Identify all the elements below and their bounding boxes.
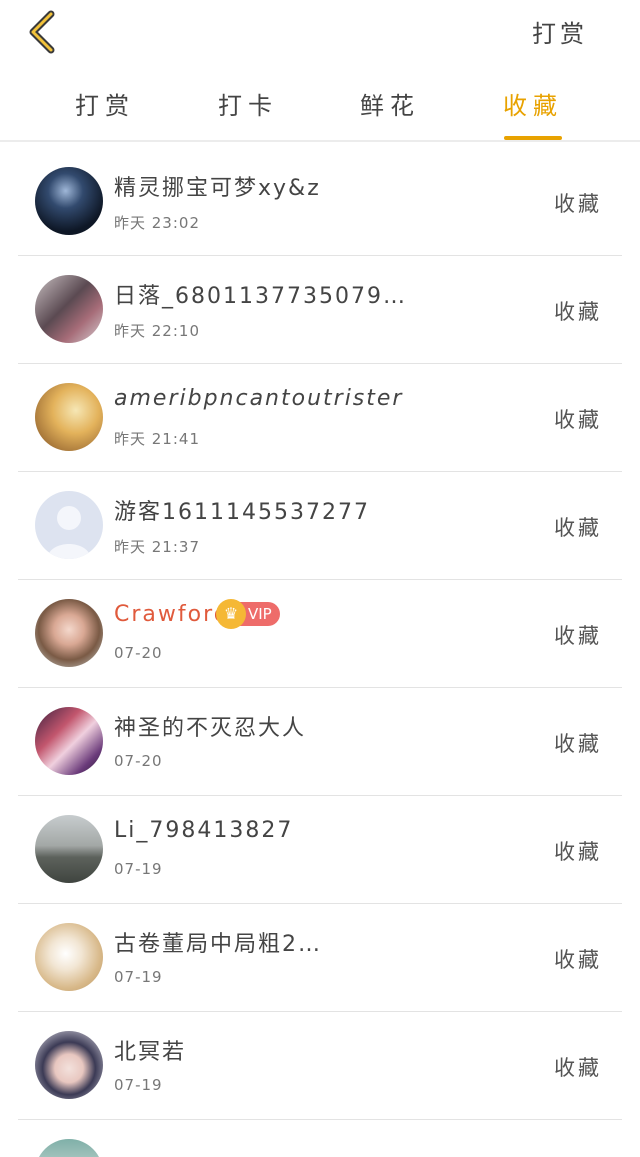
- vip-label: VIP: [248, 605, 272, 623]
- favorite-label: 收藏: [554, 408, 602, 432]
- reward-header-button[interactable]: 打赏: [532, 14, 588, 49]
- list-item[interactable]: 游客1611145537277 昨天 21:37 收藏: [18, 472, 622, 580]
- user-name[interactable]: ameribpncantoutrister: [114, 386, 514, 411]
- avatar[interactable]: [35, 815, 103, 883]
- favorite-label: 收藏: [554, 840, 602, 864]
- favorite-label: 收藏: [554, 948, 602, 972]
- vip-badge: ♛ VIP: [216, 599, 280, 629]
- list-item-partial[interactable]: [18, 1120, 622, 1157]
- tab-checkin[interactable]: 打卡: [188, 86, 308, 140]
- favorite-label: 收藏: [554, 516, 602, 540]
- list-item[interactable]: Li_798413827 07-19 收藏: [18, 796, 622, 904]
- timestamp: 昨天 21:41: [114, 430, 200, 448]
- user-name[interactable]: 游客1611145537277: [114, 494, 514, 526]
- list-item[interactable]: 北冥若 07-19 收藏: [18, 1012, 622, 1120]
- user-name[interactable]: 精灵挪宝可梦xy&z: [114, 170, 514, 202]
- timestamp: 07-19: [114, 860, 163, 878]
- avatar[interactable]: [35, 167, 103, 235]
- timestamp: 07-19: [114, 968, 163, 986]
- user-name[interactable]: 北冥若: [114, 1034, 514, 1066]
- list-item[interactable]: 古卷董局中局粗2… 07-19 收藏: [18, 904, 622, 1012]
- tabs-divider: [0, 140, 640, 142]
- avatar[interactable]: [35, 599, 103, 667]
- back-button[interactable]: [20, 8, 64, 56]
- timestamp: 昨天 21:37: [114, 538, 200, 556]
- tab-bar: 打赏 打卡 鲜花 收藏: [0, 78, 640, 140]
- crown-icon: ♛: [216, 599, 246, 629]
- list-item[interactable]: 精灵挪宝可梦xy&z 昨天 23:02 收藏: [18, 148, 622, 256]
- user-name[interactable]: 日落_6801137735079…: [114, 278, 514, 310]
- user-name[interactable]: 古卷董局中局粗2…: [114, 926, 514, 958]
- timestamp: 07-20: [114, 752, 163, 770]
- avatar[interactable]: [35, 275, 103, 343]
- tab-favorites[interactable]: 收藏: [473, 86, 593, 140]
- avatar[interactable]: [35, 1139, 103, 1157]
- user-name[interactable]: 神圣的不灭忍大人: [114, 710, 514, 742]
- tab-label: 鲜花: [360, 92, 420, 120]
- favorite-label: 收藏: [554, 192, 602, 216]
- avatar[interactable]: [35, 491, 103, 559]
- list-item[interactable]: 神圣的不灭忍大人 07-20 收藏: [18, 688, 622, 796]
- user-name[interactable]: Crawford: [114, 602, 230, 627]
- favorites-list: 精灵挪宝可梦xy&z 昨天 23:02 收藏 日落_6801137735079……: [18, 148, 622, 1157]
- tab-flowers[interactable]: 鲜花: [330, 86, 450, 140]
- avatar[interactable]: [35, 707, 103, 775]
- chevron-left-icon: [29, 10, 55, 54]
- timestamp: 昨天 23:02: [114, 214, 200, 232]
- favorite-label: 收藏: [554, 732, 602, 756]
- favorite-label: 收藏: [554, 624, 602, 648]
- tab-label: 收藏: [503, 92, 563, 120]
- favorite-label: 收藏: [554, 1056, 602, 1080]
- avatar[interactable]: [35, 1031, 103, 1099]
- avatar[interactable]: [35, 923, 103, 991]
- user-name[interactable]: Li_798413827: [114, 818, 514, 843]
- avatar[interactable]: [35, 383, 103, 451]
- list-item[interactable]: 日落_6801137735079… 昨天 22:10 收藏: [18, 256, 622, 364]
- timestamp: 07-19: [114, 1076, 163, 1094]
- timestamp: 昨天 22:10: [114, 322, 200, 340]
- timestamp: 07-20: [114, 644, 163, 662]
- favorite-label: 收藏: [554, 300, 602, 324]
- list-item[interactable]: ameribpncantoutrister 昨天 21:41 收藏: [18, 364, 622, 472]
- default-user-icon: [47, 506, 91, 559]
- tab-label: 打卡: [218, 92, 278, 120]
- tab-reward[interactable]: 打赏: [45, 86, 165, 140]
- list-item[interactable]: Crawford ♛ VIP 07-20 收藏: [18, 580, 622, 688]
- top-bar: 打赏: [0, 0, 640, 64]
- tab-label: 打赏: [75, 92, 135, 120]
